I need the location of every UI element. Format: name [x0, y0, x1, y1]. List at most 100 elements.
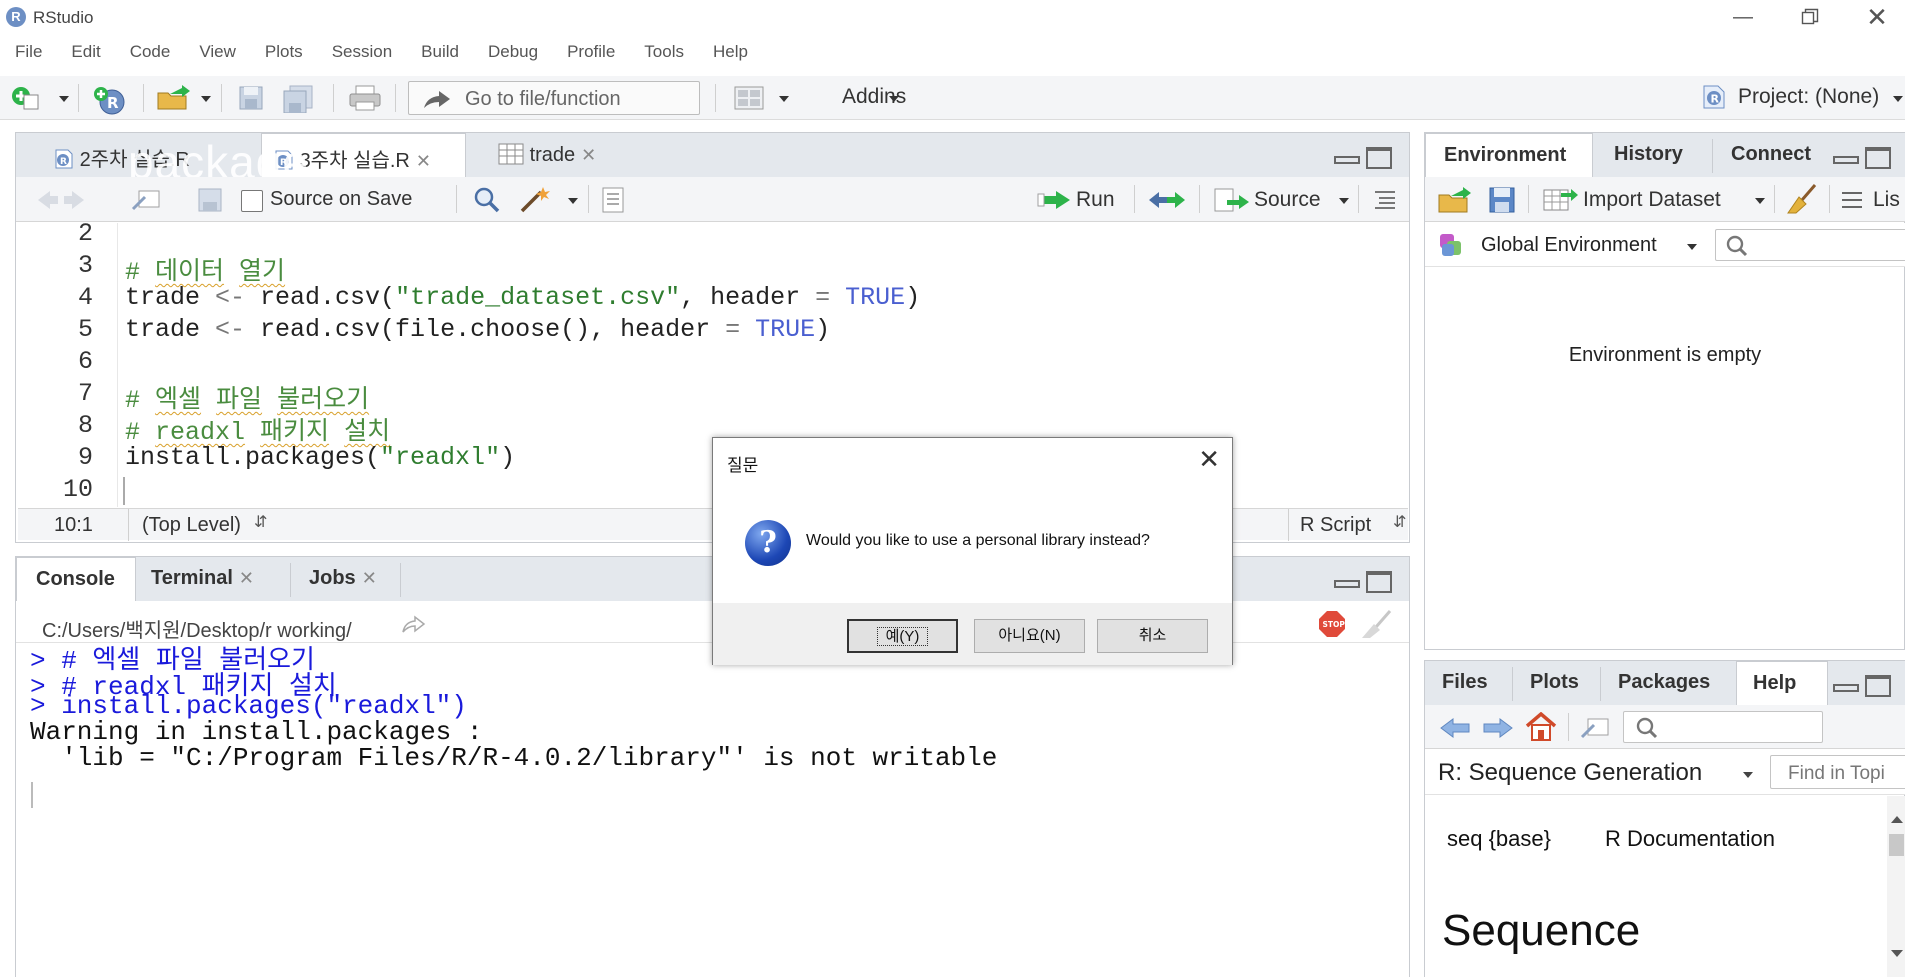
close-window-button[interactable]: ✕	[1852, 2, 1902, 32]
open-file-icon[interactable]	[156, 85, 192, 111]
go-to-directory-arrow-icon[interactable]	[400, 614, 426, 634]
clear-workspace-broom-icon[interactable]	[1787, 183, 1819, 215]
tab-console[interactable]: Console	[16, 557, 136, 601]
source-dropdown-icon[interactable]	[1339, 198, 1349, 204]
stop-icon[interactable]: STOP	[1318, 610, 1346, 638]
restore-window-button[interactable]	[1785, 2, 1835, 32]
new-file-dropdown-icon[interactable]	[59, 96, 69, 102]
help-scrollbar[interactable]	[1887, 796, 1905, 977]
scope-updown-icon[interactable]: ⇵	[254, 512, 267, 532]
print-icon[interactable]	[348, 85, 382, 111]
yes-button[interactable]: 예(Y)	[847, 619, 958, 653]
code-tools-wand-icon[interactable]	[519, 185, 555, 213]
new-file-icon[interactable]	[10, 85, 39, 111]
tab-plots[interactable]: Plots	[1530, 661, 1600, 705]
menu-view[interactable]: View	[199, 38, 236, 66]
menu-debug[interactable]: Debug	[488, 38, 538, 66]
compile-report-icon[interactable]	[601, 187, 625, 213]
menu-help[interactable]: Help	[713, 38, 748, 66]
import-dataset-dropdown-icon[interactable]	[1755, 198, 1765, 204]
tab-jobs[interactable]: Jobs ✕	[309, 557, 404, 601]
dialog-close-button[interactable]: ✕	[1198, 444, 1220, 475]
help-topic-dropdown-icon[interactable]	[1743, 772, 1753, 778]
scope-selector[interactable]: (Top Level)	[142, 514, 241, 537]
editor-tab-trade[interactable]: trade ✕	[481, 133, 631, 177]
file-type-selector[interactable]: R Script	[1300, 514, 1371, 537]
document-outline-icon[interactable]	[1373, 190, 1397, 210]
menu-build[interactable]: Build	[421, 38, 459, 66]
help-topic-selector[interactable]: R: Sequence Generation	[1438, 759, 1702, 787]
help-forward-icon[interactable]	[1482, 717, 1514, 739]
file-type-updown-icon[interactable]: ⇵	[1393, 512, 1406, 532]
menu-file[interactable]: File	[15, 38, 42, 66]
close-tab-icon[interactable]: ✕	[362, 568, 377, 588]
menu-tools[interactable]: Tools	[644, 38, 684, 66]
go-to-file-function-input[interactable]: Go to file/function	[408, 81, 700, 115]
tab-history[interactable]: History	[1614, 133, 1709, 177]
scroll-up-icon[interactable]	[1891, 816, 1903, 823]
run-button[interactable]: Run	[1076, 188, 1115, 212]
tab-terminal[interactable]: Terminal ✕	[151, 557, 286, 601]
minimize-pane-button[interactable]	[1334, 571, 1360, 591]
import-dataset-icon[interactable]	[1543, 187, 1579, 213]
help-back-icon[interactable]	[1439, 717, 1471, 739]
close-tab-icon[interactable]: ✕	[581, 145, 596, 165]
find-in-topic-input[interactable]: Find in Topi	[1770, 755, 1905, 789]
global-environment-selector[interactable]: Global Environment	[1481, 234, 1657, 257]
save-icon[interactable]	[238, 85, 266, 111]
tab-files[interactable]: Files	[1442, 661, 1512, 705]
help-search-input[interactable]	[1623, 711, 1823, 743]
close-tab-icon[interactable]: ✕	[239, 568, 254, 588]
show-in-window-icon[interactable]	[131, 187, 161, 213]
tab-help[interactable]: Help	[1736, 661, 1828, 705]
tab-environment[interactable]: Environment	[1425, 133, 1593, 177]
save-workspace-icon[interactable]	[1489, 187, 1515, 213]
minimize-pane-button[interactable]	[1334, 147, 1360, 167]
project-menu[interactable]: Project: (None)	[1738, 85, 1879, 109]
back-forward-icon[interactable]	[36, 189, 86, 211]
help-home-icon[interactable]	[1524, 712, 1558, 742]
environment-search-input[interactable]	[1715, 229, 1905, 261]
menu-session[interactable]: Session	[332, 38, 392, 66]
menu-profile[interactable]: Profile	[567, 38, 615, 66]
maximize-pane-button[interactable]	[1366, 147, 1392, 169]
import-dataset-button[interactable]: Import Dataset	[1583, 188, 1721, 212]
menu-edit[interactable]: Edit	[71, 38, 100, 66]
menu-code[interactable]: Code	[130, 38, 171, 66]
scroll-down-icon[interactable]	[1891, 950, 1903, 957]
show-in-new-window-icon[interactable]	[1580, 715, 1610, 741]
list-view-icon[interactable]	[1841, 191, 1863, 209]
menu-plots[interactable]: Plots	[265, 38, 303, 66]
find-replace-icon[interactable]	[473, 187, 501, 213]
minimize-pane-button[interactable]	[1833, 675, 1859, 695]
minimize-window-button[interactable]: —	[1718, 2, 1768, 32]
maximize-pane-button[interactable]	[1865, 147, 1891, 169]
clear-console-broom-icon[interactable]	[1360, 609, 1394, 639]
panes-dropdown-icon[interactable]	[779, 96, 789, 102]
maximize-pane-button[interactable]	[1366, 571, 1392, 593]
source-on-save-checkbox[interactable]	[241, 190, 263, 212]
workspace-panes-icon[interactable]	[733, 85, 765, 111]
console-output[interactable]: > # 엑셀 파일 불러오기 > # readxl 패키지 설치 > insta…	[18, 645, 1408, 975]
load-workspace-icon[interactable]	[1437, 186, 1473, 214]
project-dropdown-icon[interactable]	[1893, 96, 1903, 102]
source-button[interactable]: Source	[1254, 188, 1321, 212]
rerun-icon[interactable]	[1147, 188, 1187, 212]
source-file-icon[interactable]	[1213, 187, 1251, 213]
minimize-pane-button[interactable]	[1833, 147, 1859, 167]
tab-connections[interactable]: Connect	[1731, 133, 1821, 177]
scrollbar-thumb[interactable]	[1889, 834, 1904, 856]
list-view-button[interactable]: Lis	[1873, 188, 1900, 212]
maximize-pane-button[interactable]	[1865, 675, 1891, 697]
tab-packages[interactable]: Packages	[1618, 661, 1738, 705]
addins-dropdown-icon[interactable]	[889, 96, 899, 102]
no-button[interactable]: 아니요(N)	[974, 619, 1085, 653]
cancel-button[interactable]: 취소	[1097, 619, 1208, 653]
new-project-icon[interactable]: R	[92, 85, 132, 115]
close-tab-icon[interactable]: ✕	[416, 151, 431, 171]
code-tools-dropdown-icon[interactable]	[568, 198, 578, 204]
save-all-icon[interactable]	[282, 85, 316, 114]
run-arrow-icon[interactable]	[1036, 189, 1072, 211]
environment-scope-dropdown-icon[interactable]	[1687, 244, 1697, 250]
open-file-dropdown-icon[interactable]	[201, 96, 211, 102]
